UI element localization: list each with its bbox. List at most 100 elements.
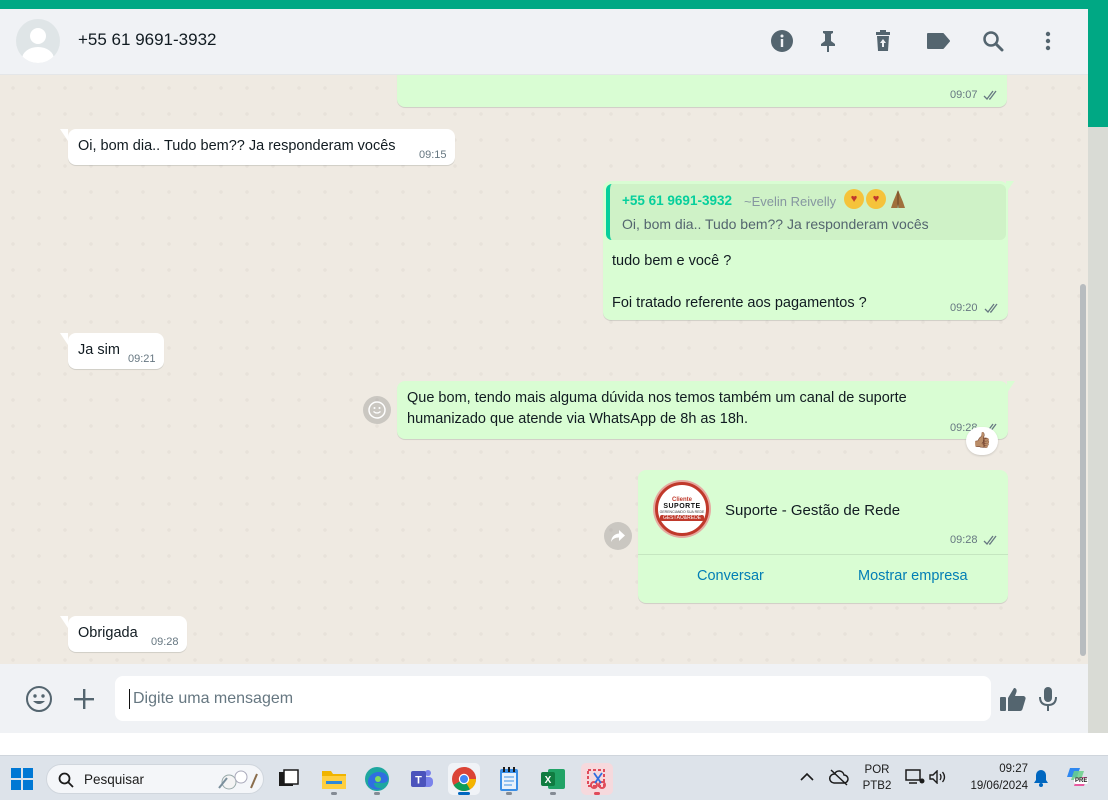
heart-eyes-emoji-icon: ♥ bbox=[866, 189, 886, 209]
network-icon[interactable] bbox=[905, 769, 925, 785]
message-time: 09:21 bbox=[128, 353, 156, 365]
praying-hands-emoji-icon bbox=[891, 190, 905, 208]
task-view-icon[interactable] bbox=[273, 763, 305, 795]
clock-date[interactable]: 19/06/2024 bbox=[962, 780, 1028, 792]
bubble-tail bbox=[1006, 181, 1014, 193]
card-divider bbox=[638, 554, 1008, 555]
message-text: Oi, bom dia.. Tudo bem?? Ja responderam … bbox=[78, 138, 396, 154]
read-ticks-icon bbox=[984, 303, 998, 313]
smiling-hearts-emoji-icon: ♥ bbox=[844, 189, 864, 209]
volume-icon[interactable] bbox=[929, 770, 947, 784]
bubble-tail bbox=[60, 333, 68, 345]
file-explorer-icon[interactable] bbox=[318, 763, 350, 795]
notification-bell-icon[interactable] bbox=[1033, 769, 1049, 787]
avatar-body bbox=[22, 47, 54, 63]
running-indicator bbox=[594, 792, 600, 795]
scrollbar-thumb[interactable] bbox=[1080, 284, 1086, 656]
chat-scrollbar[interactable] bbox=[1079, 75, 1087, 664]
snipping-tool-icon[interactable] bbox=[581, 763, 613, 795]
emoji-reaction-button[interactable] bbox=[363, 396, 391, 424]
label-icon[interactable] bbox=[925, 27, 951, 55]
message-out[interactable]: Que bom, tendo mais alguma dúvida nos te… bbox=[397, 381, 1008, 439]
chat-messages[interactable]: 09:07 Oi, bom dia.. Tudo bem?? Ja respon… bbox=[0, 75, 1088, 664]
info-icon[interactable] bbox=[769, 27, 795, 55]
search-icon[interactable] bbox=[980, 27, 1006, 55]
quote-text: Oi, bom dia.. Tudo bem?? Ja responderam … bbox=[622, 216, 929, 232]
preview-badge: PRE bbox=[1074, 778, 1089, 784]
avatar-head bbox=[30, 28, 46, 44]
message-in[interactable]: Obrigada 09:28 bbox=[68, 616, 187, 652]
chevron-up-icon[interactable] bbox=[800, 772, 814, 782]
chat-contact-button[interactable]: Conversar bbox=[697, 568, 764, 584]
window-bottom-edge bbox=[0, 733, 1108, 755]
language-indicator[interactable]: POR bbox=[860, 764, 894, 776]
business-logo: Cliente SUPORTE GERENCIANDO SUA REDE GES… bbox=[655, 482, 709, 536]
notepad-icon[interactable] bbox=[493, 763, 525, 795]
quote-author: +55 61 9691-3932 bbox=[622, 193, 732, 208]
keyboard-layout-indicator[interactable]: PTB2 bbox=[860, 780, 894, 792]
message-text-line: Foi tratado referente aos pagamentos ? bbox=[612, 295, 867, 311]
message-in[interactable]: Oi, bom dia.. Tudo bem?? Ja responderam … bbox=[68, 129, 455, 165]
message-text-line: tudo bem e você ? bbox=[612, 253, 732, 269]
active-indicator bbox=[458, 792, 470, 795]
thumbs-up-reaction[interactable]: 👍🏽 bbox=[966, 427, 998, 455]
app-top-band bbox=[0, 0, 1108, 9]
contact-card-message[interactable]: Cliente SUPORTE GERENCIANDO SUA REDE GES… bbox=[638, 470, 1008, 603]
logo-text: GERENCIANDO SUA REDE bbox=[659, 510, 705, 514]
svg-text:X: X bbox=[545, 775, 552, 786]
message-out[interactable]: 09:07 bbox=[397, 75, 1007, 107]
app-side-band bbox=[1088, 9, 1108, 127]
contact-name[interactable]: +55 61 9691-3932 bbox=[78, 30, 217, 50]
cloud-off-icon[interactable] bbox=[829, 768, 849, 786]
running-indicator bbox=[506, 792, 512, 795]
whatsapp-window: +55 61 9691-3932 09:07 Oi, bom dia.. Tud… bbox=[0, 9, 1088, 733]
quote-pushname: ~Evelin Reivelly bbox=[744, 194, 837, 209]
window-background bbox=[1088, 127, 1108, 733]
taskbar-search[interactable]: Pesquisar bbox=[46, 764, 264, 794]
microphone-icon[interactable] bbox=[1033, 684, 1063, 714]
message-input[interactable] bbox=[115, 676, 991, 721]
message-text-line: Que bom, tendo mais alguma dúvida nos te… bbox=[407, 390, 907, 406]
message-time: 09:07 bbox=[950, 89, 978, 101]
logo-text: GESTÃO&REDE bbox=[659, 515, 705, 521]
message-composer bbox=[0, 664, 1088, 733]
windows-start-icon[interactable] bbox=[6, 763, 38, 795]
search-placeholder: Pesquisar bbox=[84, 772, 145, 787]
message-text: Ja sim bbox=[78, 342, 120, 358]
forward-button[interactable] bbox=[604, 522, 632, 550]
quoted-message[interactable]: +55 61 9691-3932 ~Evelin Reivelly ♥ ♥ Oi… bbox=[606, 184, 1006, 240]
chrome-icon[interactable] bbox=[448, 763, 480, 795]
contact-card-name[interactable]: Suporte - Gestão de Rede bbox=[725, 502, 900, 519]
pin-icon[interactable] bbox=[815, 27, 841, 55]
running-indicator bbox=[331, 792, 337, 795]
message-in[interactable]: Ja sim 09:21 bbox=[68, 333, 164, 369]
running-indicator bbox=[550, 792, 556, 795]
message-time: 09:20 bbox=[950, 302, 978, 314]
logo-text: SUPORTE bbox=[663, 503, 701, 510]
contact-avatar[interactable] bbox=[16, 19, 60, 63]
search-icon bbox=[58, 772, 74, 788]
excel-icon[interactable]: X bbox=[537, 763, 569, 795]
bubble-tail bbox=[60, 616, 68, 628]
plus-icon[interactable] bbox=[69, 684, 99, 714]
windows-taskbar: Pesquisar T X POR PTB2 09:27 19/06/2024 bbox=[0, 755, 1108, 800]
message-time: 09:28 bbox=[151, 636, 179, 648]
clock-time[interactable]: 09:27 bbox=[962, 763, 1028, 775]
chat-header: +55 61 9691-3932 bbox=[0, 9, 1088, 75]
read-ticks-icon bbox=[983, 90, 997, 100]
message-time: 09:15 bbox=[419, 149, 447, 161]
message-text-line: humanizado que atende via WhatsApp de 8h… bbox=[407, 411, 748, 427]
emoji-icon[interactable] bbox=[24, 684, 54, 714]
message-time: 09:28 bbox=[950, 534, 978, 546]
thumbs-up-icon[interactable] bbox=[998, 684, 1028, 714]
message-text: Obrigada bbox=[78, 625, 138, 641]
message-out[interactable]: +55 61 9691-3932 ~Evelin Reivelly ♥ ♥ Oi… bbox=[603, 181, 1008, 320]
more-icon[interactable] bbox=[1035, 27, 1061, 55]
view-business-button[interactable]: Mostrar empresa bbox=[858, 568, 968, 584]
teams-icon[interactable]: T bbox=[405, 763, 437, 795]
search-highlight-icon bbox=[218, 770, 258, 790]
copilot-icon[interactable]: PRE bbox=[1065, 765, 1089, 789]
bubble-tail bbox=[1007, 381, 1015, 393]
delete-icon[interactable] bbox=[870, 27, 896, 55]
edge-icon[interactable] bbox=[361, 763, 393, 795]
